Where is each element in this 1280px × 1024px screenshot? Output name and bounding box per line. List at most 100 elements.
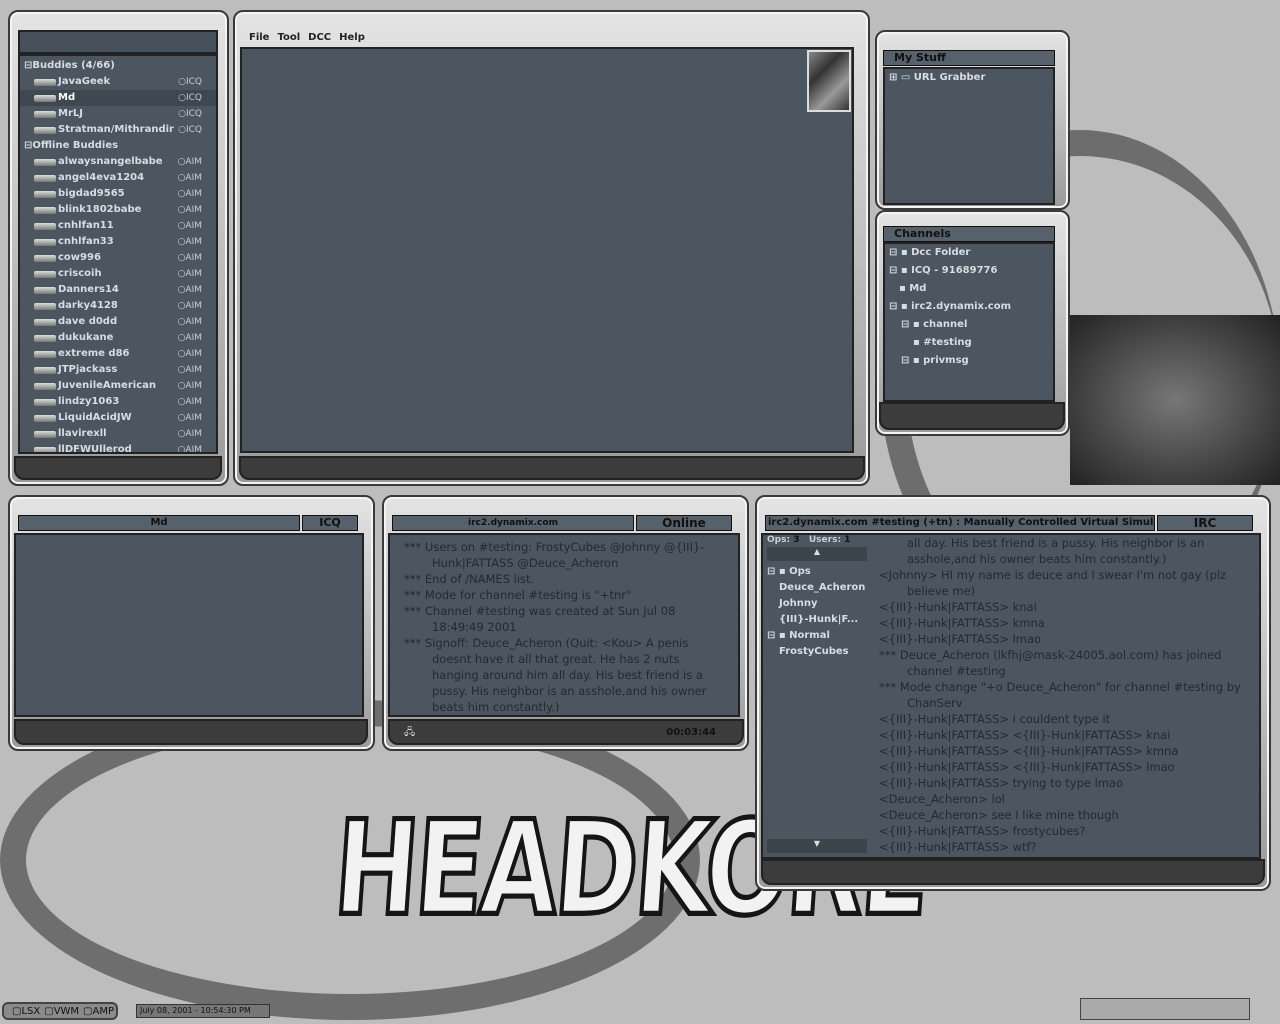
buddy-item[interactable]: cnhlfan33 ○AIM: [20, 234, 216, 250]
main-window: File Tool DCC Help: [233, 10, 870, 486]
buddy-item[interactable]: JTPjackass ○AIM: [20, 362, 216, 378]
buddy-item[interactable]: llDFWUllerod ○AIM: [20, 442, 216, 454]
channel-tree-item[interactable]: ⊟ ▪ ICQ - 91689776: [889, 262, 997, 280]
wallpaper-texture: [1070, 315, 1280, 485]
buddy-icon: [34, 191, 56, 198]
buddy-proto: ○AIM: [177, 301, 202, 311]
taskbar-button-amp[interactable]: ▢AMP: [83, 1006, 114, 1017]
nick-item[interactable]: FrostyCubes: [779, 643, 849, 661]
url-grabber-item[interactable]: ⊞ ▭ URL Grabber: [889, 69, 985, 87]
menu-help[interactable]: Help: [339, 32, 365, 46]
buddy-item[interactable]: JuvenileAmerican ○AIM: [20, 378, 216, 394]
taskbar-button-lsx[interactable]: ▢LSX: [12, 1006, 40, 1017]
channels-tree[interactable]: ⊟ ▪ Dcc Folder ⊟ ▪ ICQ - 91689776 ▪ Md ⊟ ▪…: [883, 242, 1055, 402]
buddy-icon: [34, 351, 56, 358]
channel-tree-item[interactable]: ⊟ ▪ Dcc Folder: [889, 244, 970, 262]
buddy-item[interactable]: Stratman/Mithrandir ○ICQ: [20, 122, 216, 138]
buddy-name: JTPjackass: [58, 364, 118, 375]
user-counts: Ops: 3 Users: 1: [767, 535, 850, 545]
buddy-item[interactable]: dukukane ○AIM: [20, 330, 216, 346]
channel-tree-item[interactable]: ▪ Md: [899, 280, 926, 298]
buddy-proto: ○AIM: [177, 333, 202, 343]
buddy-proto: ○AIM: [177, 189, 202, 199]
buddy-icon: [34, 287, 56, 294]
buddy-icon: [34, 95, 56, 102]
channel-tree-item[interactable]: ⊟ ▪ irc2.dynamix.com: [889, 298, 1011, 316]
channel-tree-item[interactable]: ⊟ ▪ channel: [901, 316, 967, 334]
nicklist-scroll-up[interactable]: ▲: [767, 547, 867, 561]
buddy-item[interactable]: Md ○ICQ: [20, 90, 216, 106]
taskbar-button-vwm[interactable]: ▢VWM: [44, 1006, 79, 1017]
buddy-proto: ○AIM: [177, 429, 202, 439]
group-online[interactable]: ⊟Buddies (4/66): [24, 58, 115, 74]
buddy-proto: ○AIM: [177, 173, 202, 183]
group-offline[interactable]: ⊟Offline Buddies: [24, 138, 118, 154]
menu-dcc[interactable]: DCC: [308, 32, 331, 46]
buddy-icon: [34, 159, 56, 166]
buddy-item[interactable]: cnhlfan11 ○AIM: [20, 218, 216, 234]
buddy-item[interactable]: criscoih ○AIM: [20, 266, 216, 282]
buddy-name: lindzy1063: [58, 396, 120, 407]
users-count: 1: [844, 535, 851, 545]
chat-line: <Johnny> HI my name is deuce and I swear…: [879, 568, 1227, 598]
buddy-item[interactable]: blink1802babe ○AIM: [20, 202, 216, 218]
channel-input[interactable]: [761, 859, 1265, 885]
buddy-name: JuvenileAmerican: [58, 380, 156, 391]
buddy-proto: ○AIM: [177, 349, 202, 359]
chat-line: *** Mode change "+o Deuce_Acheron" for c…: [879, 680, 1241, 710]
buddy-proto: ○ICQ: [178, 109, 202, 119]
buddy-icon: [34, 207, 56, 214]
channel-tree-item[interactable]: ⊟ ▪ privmsg: [901, 352, 969, 370]
buddy-item[interactable]: darky4128 ○AIM: [20, 298, 216, 314]
log-line: *** Signoff: Deuce_Acheron (Quit: <Kou> …: [404, 636, 707, 714]
nick-list[interactable]: ⊟ ▪ Ops Deuce_Acheron Johnny {III}-Hunk|F..…: [763, 563, 869, 833]
buddy-item[interactable]: lindzy1063 ○AIM: [20, 394, 216, 410]
nick-group-label: Normal: [789, 630, 830, 641]
buddy-name: blink1802babe: [58, 204, 142, 215]
buddy-name: Md: [58, 92, 76, 103]
buddy-item[interactable]: dave d0dd ○AIM: [20, 314, 216, 330]
chat-line: <Deuce_Acheron> lol: [879, 792, 1005, 806]
buddy-footer: [14, 456, 222, 480]
buddy-icon: [34, 399, 56, 406]
buddy-proto: ○AIM: [177, 157, 202, 167]
nicklist-scroll-down[interactable]: ▼: [767, 839, 867, 853]
logo-badge: [807, 50, 851, 112]
main-toolbar[interactable]: [239, 456, 865, 480]
buddy-icon: [34, 303, 56, 310]
buddy-name: cow996: [58, 252, 101, 263]
buddy-name: bigdad9565: [58, 188, 125, 199]
buddy-proto: ○AIM: [177, 445, 202, 454]
my-stuff-title: My Stuff: [883, 50, 1055, 66]
buddy-name: MrLJ: [58, 108, 83, 119]
buddy-item[interactable]: LiquidAcidJW ○AIM: [20, 410, 216, 426]
url-grabber-label: URL Grabber: [913, 72, 986, 83]
system-tray[interactable]: [1080, 998, 1250, 1020]
group-label: Buddies (4/66): [32, 60, 115, 71]
buddy-toolbar: [18, 30, 218, 54]
buddy-item[interactable]: llavirexll ○AIM: [20, 426, 216, 442]
md-input[interactable]: [14, 719, 368, 745]
log-line: *** Channel #testing was created at Sun …: [404, 604, 676, 634]
chat-line: <{III}-Hunk|FATTASS> wtf?: [879, 840, 1037, 854]
status-window: irc2.dynamix.com Online *** Users on #te…: [382, 495, 749, 751]
buddy-list[interactable]: ⊟Buddies (4/66) JavaGeek ○ICQ Md ○ICQ MrLJ ○IC…: [18, 54, 218, 454]
menu-tool[interactable]: Tool: [277, 32, 300, 46]
buddy-item[interactable]: angel4eva1204 ○AIM: [20, 170, 216, 186]
buddy-item[interactable]: bigdad9565 ○AIM: [20, 186, 216, 202]
channel-tree-item[interactable]: ▪ #testing: [913, 334, 972, 352]
buddy-proto: ○ICQ: [178, 77, 202, 87]
status-log: *** Users on #testing: FrostyCubes @John…: [388, 533, 740, 717]
buddy-item[interactable]: alwaysnangelbabe ○AIM: [20, 154, 216, 170]
buddy-item[interactable]: cow996 ○AIM: [20, 250, 216, 266]
md-proto: ICQ: [302, 515, 358, 531]
menu-file[interactable]: File: [249, 32, 269, 46]
buddy-item[interactable]: Danners14 ○AIM: [20, 282, 216, 298]
chat-line: <Deuce_Acheron> see I like mine though: [879, 808, 1119, 822]
buddy-item[interactable]: extreme d86 ○AIM: [20, 346, 216, 362]
network-icon[interactable]: 🖧: [404, 725, 415, 742]
buddy-item[interactable]: MrLJ ○ICQ: [20, 106, 216, 122]
taskbar-clock: July 08, 2001 - 10:54:30 PM: [136, 1004, 270, 1018]
buddy-item[interactable]: JavaGeek ○ICQ: [20, 74, 216, 90]
buddy-proto: ○AIM: [177, 285, 202, 295]
